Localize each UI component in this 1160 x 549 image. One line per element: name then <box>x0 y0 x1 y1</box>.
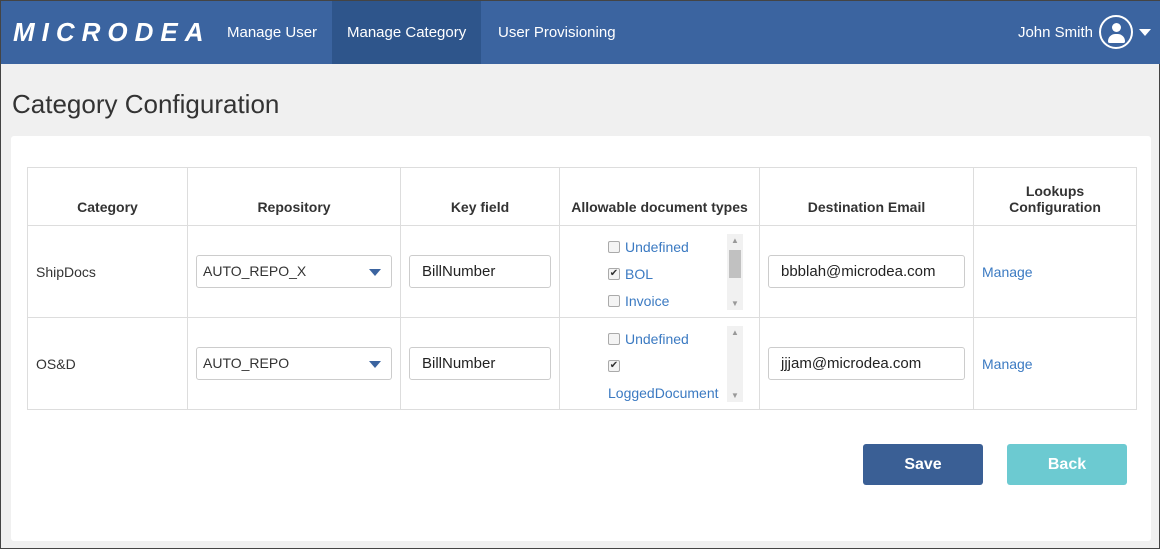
key-field-input[interactable]: BillNumber <box>409 255 551 288</box>
col-doc-types: Allowable document types <box>559 167 760 226</box>
config-card: Category Repository Key field Allowable … <box>11 136 1151 541</box>
col-category: Category <box>27 167 188 226</box>
checkbox[interactable]: ✔ <box>608 360 620 372</box>
doc-type-label: Undefined <box>625 238 689 255</box>
caret-down-icon <box>1139 28 1151 36</box>
table-row: ShipDocs AUTO_REPO_X BillNumber Undefine… <box>27 225 1137 318</box>
checkbox[interactable] <box>608 333 620 345</box>
category-cell: OS&D <box>27 317 188 410</box>
user-name: John Smith <box>1017 23 1093 41</box>
scroll-down-icon[interactable]: ▼ <box>731 299 739 308</box>
table-row: OS&D AUTO_REPO BillNumber Undefined ✔ Lo… <box>27 317 1137 410</box>
checkbox[interactable] <box>608 295 620 307</box>
checkbox[interactable]: ✔ <box>608 268 620 280</box>
scroll-down-icon[interactable]: ▼ <box>731 391 739 400</box>
scroll-up-icon[interactable]: ▲ <box>731 328 739 337</box>
scroll-up-icon[interactable]: ▲ <box>731 236 739 245</box>
scrollbar[interactable]: ▲ ▼ <box>727 325 743 402</box>
save-button[interactable]: Save <box>863 444 983 485</box>
doc-type-label: BOL <box>625 265 654 282</box>
doc-type-label: Undefined <box>625 330 689 347</box>
col-lookups: Lookups Configuration <box>973 167 1137 226</box>
page-title: Category Configuration <box>12 89 280 119</box>
doc-types-list: Undefined ✔ BOL Invoice ▲ ▼ <box>568 233 751 310</box>
email-input[interactable]: bbblah@microdea.com <box>768 255 965 288</box>
avatar-icon <box>1099 15 1133 49</box>
category-cell: ShipDocs <box>27 225 188 318</box>
key-field-input[interactable]: BillNumber <box>409 347 551 380</box>
doc-types-list: Undefined ✔ LoggedDocument ▲ ▼ <box>568 325 751 402</box>
doc-type-label: Invoice <box>625 292 670 309</box>
back-button[interactable]: Back <box>1007 444 1127 485</box>
doc-type-label: LoggedDocument <box>608 384 719 401</box>
nav-manage-category[interactable]: Manage Category <box>332 1 482 64</box>
manage-link[interactable]: Manage <box>982 356 1033 372</box>
checkbox[interactable] <box>608 241 620 253</box>
top-nav: MICRODEA Manage User Manage Category Use… <box>1 1 1160 64</box>
col-key-field: Key field <box>400 167 560 226</box>
manage-link[interactable]: Manage <box>982 264 1033 280</box>
nav-user-provisioning[interactable]: User Provisioning <box>483 1 631 64</box>
repository-select[interactable]: AUTO_REPO <box>196 347 392 380</box>
col-repository: Repository <box>187 167 401 226</box>
category-table: Category Repository Key field Allowable … <box>27 167 1137 410</box>
col-email: Destination Email <box>759 167 974 226</box>
nav-manage-user[interactable]: Manage User <box>212 1 332 64</box>
scrollbar[interactable]: ▲ ▼ <box>727 233 743 310</box>
email-input[interactable]: jjjam@microdea.com <box>768 347 965 380</box>
repository-select[interactable]: AUTO_REPO_X <box>196 255 392 288</box>
user-menu[interactable]: John Smith <box>1018 15 1151 49</box>
logo: MICRODEA <box>13 17 211 47</box>
